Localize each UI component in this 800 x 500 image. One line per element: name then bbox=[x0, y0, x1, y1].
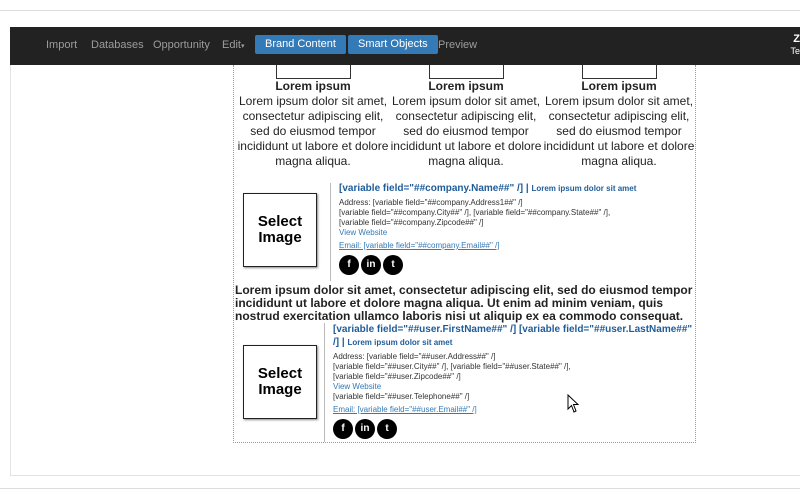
column-body: Lorem ipsum dolor sit amet, consectetur … bbox=[390, 94, 542, 168]
company-select-image[interactable]: Select Image bbox=[243, 193, 317, 267]
email-canvas: Lorem ipsum Lorem ipsum dolor sit amet, … bbox=[233, 65, 696, 443]
user-select-image[interactable]: Select Image bbox=[243, 345, 317, 419]
column-body: Lorem ipsum dolor sit amet, consectetur … bbox=[543, 94, 695, 168]
user-zip: [variable field="##user.Zipcode##" /] bbox=[333, 372, 461, 381]
column-title: Lorem ipsum bbox=[275, 79, 351, 93]
nav-import[interactable]: Import bbox=[46, 39, 77, 51]
content-column-1[interactable]: Lorem ipsum Lorem ipsum dolor sit amet, … bbox=[236, 65, 390, 169]
column-body: Lorem ipsum dolor sit amet, consectetur … bbox=[237, 94, 389, 168]
top-navbar: Import Databases Opportunity Edit▾ Brand… bbox=[10, 27, 800, 65]
image-placeholder-bottom bbox=[276, 65, 351, 79]
company-city-state: [variable field="##company.City##" /], [… bbox=[339, 208, 611, 217]
brand-content-button[interactable]: Brand Content bbox=[255, 35, 346, 54]
user-city-state: [variable field="##user.City##" /], [var… bbox=[333, 362, 571, 371]
company-social-icons: f in t bbox=[339, 255, 689, 275]
image-placeholder-bottom bbox=[429, 65, 504, 79]
user-name-line: [variable field="##user.FirstName##" /] … bbox=[333, 323, 693, 349]
image-placeholder-bottom bbox=[582, 65, 657, 79]
bottom-divider bbox=[0, 488, 800, 489]
user-telephone: [variable field="##user.Telephone##" /] bbox=[333, 392, 470, 401]
user-social-icons: f in t bbox=[333, 419, 693, 439]
mouse-cursor-icon bbox=[567, 394, 580, 413]
caret-down-icon: ▾ bbox=[240, 43, 245, 50]
user-address: Address: [variable field="##user.Address… bbox=[333, 352, 496, 361]
smart-objects-button[interactable]: Smart Objects bbox=[348, 35, 438, 54]
top-border bbox=[0, 0, 800, 11]
content-column-2[interactable]: Lorem ipsum Lorem ipsum dolor sit amet, … bbox=[389, 65, 543, 169]
logo-bottom-text: Te bbox=[790, 46, 800, 56]
nav-preview[interactable]: Preview bbox=[438, 39, 477, 51]
company-divider bbox=[330, 183, 331, 281]
company-email-link[interactable]: Email: [variable field="##company.Email#… bbox=[339, 241, 689, 251]
company-address: Address: [variable field="##company.Addr… bbox=[339, 198, 523, 207]
facebook-icon[interactable]: f bbox=[339, 255, 359, 275]
body-paragraph[interactable]: Lorem ipsum dolor sit amet, consectetur … bbox=[235, 284, 695, 323]
company-name-line: [variable field="##company.Name##" /] | … bbox=[339, 182, 689, 195]
twitter-icon[interactable]: t bbox=[383, 255, 403, 275]
column-title: Lorem ipsum bbox=[428, 79, 504, 93]
user-divider bbox=[324, 323, 325, 442]
facebook-icon[interactable]: f bbox=[333, 419, 353, 439]
twitter-icon[interactable]: t bbox=[377, 419, 397, 439]
linkedin-icon[interactable]: in bbox=[355, 419, 375, 439]
company-tagline: Lorem ipsum dolor sit amet bbox=[531, 184, 637, 193]
nav-databases[interactable]: Databases bbox=[91, 39, 144, 51]
company-zip: [variable field="##company.Zipcode##" /] bbox=[339, 218, 484, 227]
nav-opportunity[interactable]: Opportunity bbox=[153, 39, 210, 51]
company-info: [variable field="##company.Name##" /] | … bbox=[339, 182, 689, 275]
brand-logo: Z Te bbox=[790, 33, 800, 57]
user-info: [variable field="##user.FirstName##" /] … bbox=[333, 323, 693, 439]
nav-edit-label: Edit bbox=[222, 39, 241, 51]
column-title: Lorem ipsum bbox=[581, 79, 657, 93]
logo-top-text: Z bbox=[793, 33, 800, 45]
content-column-3[interactable]: Lorem ipsum Lorem ipsum dolor sit amet, … bbox=[542, 65, 696, 169]
nav-edit-dropdown[interactable]: Edit▾ bbox=[222, 39, 244, 51]
company-website-link[interactable]: View Website bbox=[339, 228, 689, 238]
user-website-link[interactable]: View Website bbox=[333, 382, 693, 392]
linkedin-icon[interactable]: in bbox=[361, 255, 381, 275]
user-tagline: Lorem ipsum dolor sit amet bbox=[347, 338, 453, 347]
company-name: [variable field="##company.Name##" /] bbox=[339, 183, 524, 194]
user-email-link[interactable]: Email: [variable field="##user.Email##" … bbox=[333, 405, 693, 415]
